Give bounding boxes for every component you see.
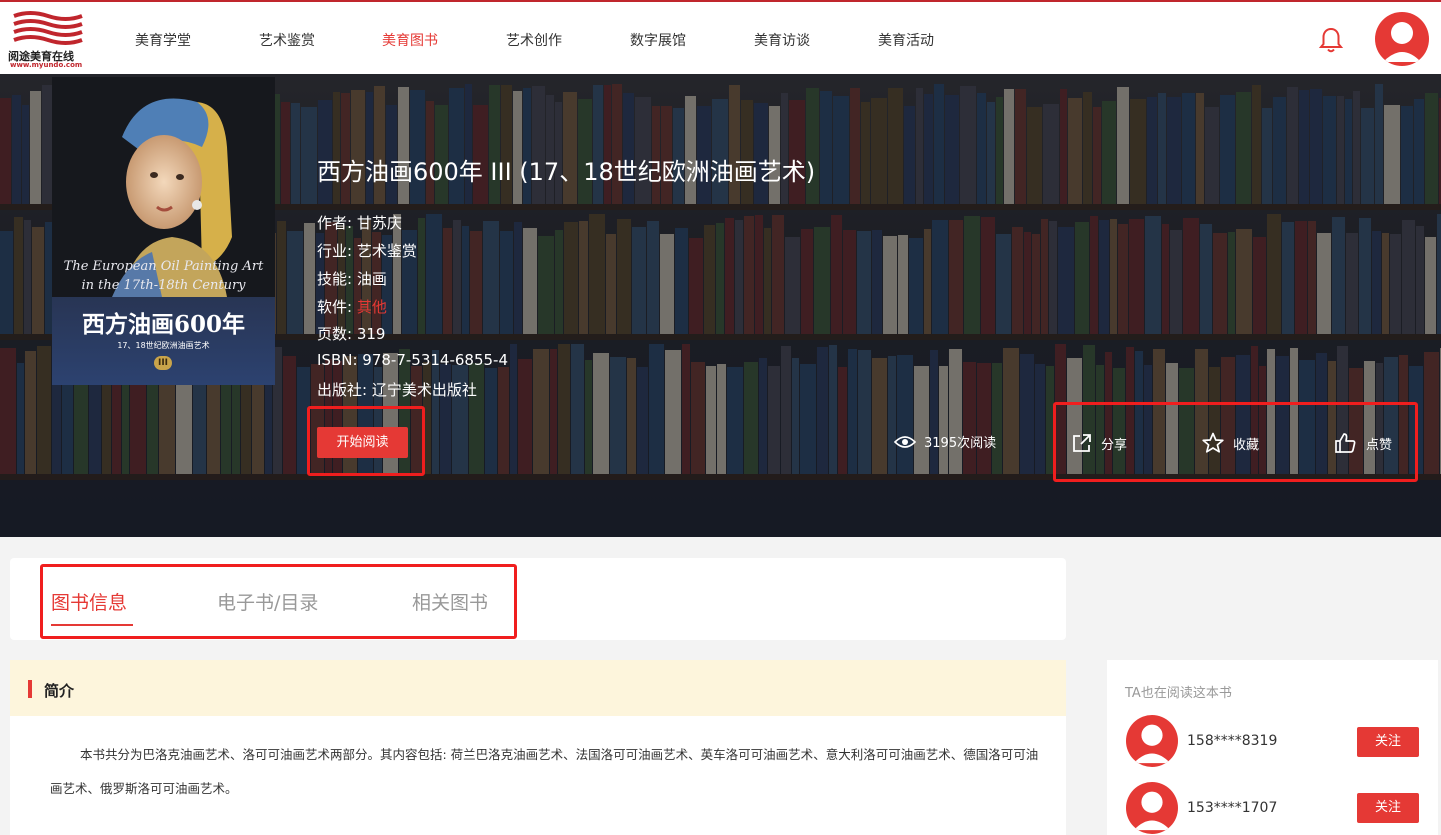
meta-isbn: ISBN: 978-7-5314-6855-4	[317, 351, 508, 369]
cover-english-title-1: The European Oil Painting Art	[63, 259, 264, 274]
reader-avatar-icon[interactable]	[1126, 782, 1178, 834]
meta-label: 软件:	[317, 298, 353, 316]
meta-pages: 页数: 319	[317, 323, 385, 344]
nav-item-yishu-jianshang[interactable]: 艺术鉴赏	[259, 30, 315, 50]
logo-waves-icon	[13, 11, 83, 45]
bell-icon[interactable]	[1318, 26, 1344, 54]
meta-label: 页数:	[317, 325, 353, 343]
cover-chinese-title: 西方油画600年	[81, 311, 245, 338]
cover-english-title-2: in the 17th-18th Century	[81, 278, 246, 293]
book-title: 西方油画600年 III (17、18世纪欧洲油画艺术)	[317, 158, 816, 186]
follow-button[interactable]: 关注	[1357, 793, 1419, 823]
meta-industry: 行业: 艺术鉴赏	[317, 240, 417, 261]
meta-label: ISBN:	[317, 351, 358, 369]
meta-skill: 技能: 油画	[317, 268, 387, 289]
meta-label: 行业:	[317, 242, 353, 260]
user-avatar-icon[interactable]	[1375, 12, 1429, 66]
meta-value: 油画	[356, 270, 387, 288]
meta-label: 技能:	[317, 270, 353, 288]
meta-value: 辽宁美术出版社	[371, 381, 477, 399]
nav-item-meiyu-huodong[interactable]: 美育活动	[878, 30, 934, 50]
meta-label: 出版社:	[317, 381, 368, 399]
highlight-box-actions	[1053, 402, 1418, 482]
meta-value: 甘苏庆	[356, 214, 402, 232]
site-logo[interactable]: 阅途美育在线 www.myundo.com	[8, 10, 88, 69]
highlight-box-read	[307, 406, 425, 476]
intro-accent-bar	[28, 680, 32, 698]
view-count-text: 3195次阅读	[924, 436, 997, 451]
follow-button[interactable]: 关注	[1357, 727, 1419, 757]
intro-text: 本书共分为巴洛克油画艺术、洛可可油画艺术两部分。其内容包括: 荷兰巴洛克油画艺术…	[50, 747, 1039, 796]
view-count: 3195次阅读	[894, 432, 996, 451]
cover-volume-badge: III	[154, 356, 172, 370]
meta-value: 319	[356, 325, 386, 343]
logo-url: www.myundo.com	[10, 61, 83, 69]
nav-item-meiyu-fangtan[interactable]: 美育访谈	[754, 30, 810, 50]
eye-icon	[894, 435, 916, 448]
nav-item-yishu-chuangzuo[interactable]: 艺术创作	[506, 30, 562, 50]
meta-value: 978-7-5314-6855-4	[362, 351, 509, 369]
meta-author: 作者: 甘苏庆	[317, 212, 402, 233]
meta-software: 软件: 其他	[317, 296, 387, 317]
meta-value: 艺术鉴赏	[356, 242, 417, 260]
reader-name[interactable]: 158****8319	[1187, 733, 1277, 749]
book-cover: The European Oil Painting Art in the 17t…	[52, 77, 275, 385]
cover-subtitle: 17、18世纪欧洲油画艺术	[117, 341, 210, 350]
reader-avatar-icon[interactable]	[1126, 715, 1178, 767]
nav-item-shuzi-zhanguan[interactable]: 数字展馆	[630, 30, 686, 50]
reader-name[interactable]: 153****1707	[1187, 800, 1277, 816]
top-nav-bar: 阅途美育在线 www.myundo.com 美育学堂 艺术鉴赏 美育图书 艺术创…	[0, 0, 1441, 74]
nav-item-meiyu-tushu[interactable]: 美育图书	[382, 30, 438, 50]
intro-title: 简介	[44, 682, 75, 700]
highlight-box-tabs	[40, 564, 517, 639]
nav-item-meiyu-xuetang[interactable]: 美育学堂	[135, 30, 191, 50]
meta-publisher: 出版社: 辽宁美术出版社	[317, 379, 477, 400]
readers-title: TA也在阅读这本书	[1125, 686, 1232, 701]
meta-value[interactable]: 其他	[357, 298, 387, 316]
meta-label: 作者:	[317, 214, 353, 232]
intro-header	[10, 660, 1066, 716]
